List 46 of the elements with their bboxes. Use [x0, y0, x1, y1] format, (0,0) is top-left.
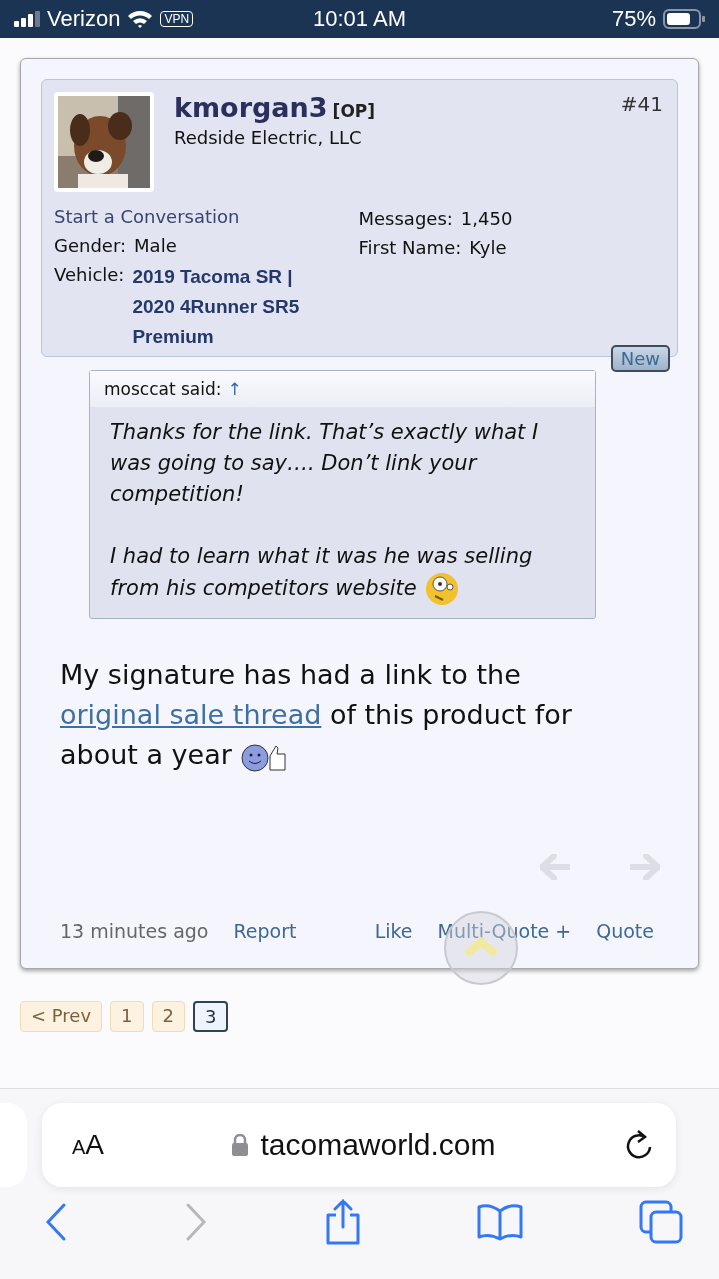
page-link[interactable]: 3 — [193, 1001, 229, 1032]
jump-link[interactable]: ↑ — [227, 379, 242, 399]
clock: 10:01 AM — [313, 6, 406, 32]
post-number[interactable]: #41 — [620, 92, 663, 116]
back-icon[interactable] — [44, 1202, 68, 1242]
quote-text: I had to learn what it was he was selling from his competitors website — [110, 541, 571, 606]
post-action-link[interactable]: Like — [374, 920, 413, 942]
start-conversation-link[interactable]: Start a Conversation — [54, 206, 359, 227]
vehicle-link[interactable]: 2019 Tacoma SR | 2020 4Runner SR5 Premium — [132, 262, 333, 352]
dizzy-smiley-icon — [424, 572, 459, 606]
page-link[interactable]: 1 — [110, 1001, 144, 1032]
address-bar[interactable]: AA tacomaworld.com — [42, 1103, 676, 1187]
signal-icon — [14, 11, 40, 27]
reload-icon[interactable] — [624, 1129, 654, 1161]
tabs-icon[interactable] — [639, 1200, 683, 1244]
field-value: Male — [134, 234, 177, 256]
username-link[interactable]: kmorgan3 — [174, 92, 328, 123]
stat-label: First Name: — [358, 236, 462, 258]
user-title: Redside Electric, LLC — [174, 127, 363, 148]
carrier-name: Verizon — [47, 6, 121, 32]
stat-value: Kyle — [469, 236, 507, 258]
field-label: Gender: — [54, 234, 127, 256]
message-text: My signature has had a link to the original sale thread of this product for about a year — [60, 658, 573, 774]
text-size-button[interactable]: AA — [72, 1129, 105, 1161]
wifi-icon — [127, 10, 154, 28]
lock-icon — [232, 1134, 249, 1156]
page-link[interactable]: < Prev — [20, 1001, 103, 1032]
stat-value: 1,450 — [460, 207, 513, 229]
post-action-link[interactable]: Quote — [596, 920, 654, 942]
battery-icon — [663, 9, 705, 29]
stat-label: Messages: — [358, 207, 453, 229]
post-action-link[interactable]: Multi-Quote + — [437, 920, 572, 942]
field-label: Vehicle: — [54, 263, 125, 287]
battery-percent: 75% — [611, 6, 656, 32]
report-link[interactable]: Report — [233, 920, 297, 942]
vpn-badge: VPN — [160, 11, 194, 27]
new-badge: New — [610, 345, 670, 372]
op-tag: [OP] — [332, 101, 376, 121]
bookmarks-icon[interactable] — [477, 1203, 524, 1241]
post-time: 13 minutes ago — [60, 920, 209, 942]
page-link[interactable]: 2 — [151, 1001, 185, 1032]
thumbs-up-smiley-icon — [240, 741, 289, 772]
quote-text: Thanks for the link. That’s exactly what I was going to say…. Don’t link your competition! — [110, 419, 540, 508]
quote-author: mosccat said: — [104, 379, 222, 399]
address-text: tacomaworld.com — [260, 1128, 496, 1162]
thread-link[interactable]: original sale thread — [60, 699, 322, 730]
